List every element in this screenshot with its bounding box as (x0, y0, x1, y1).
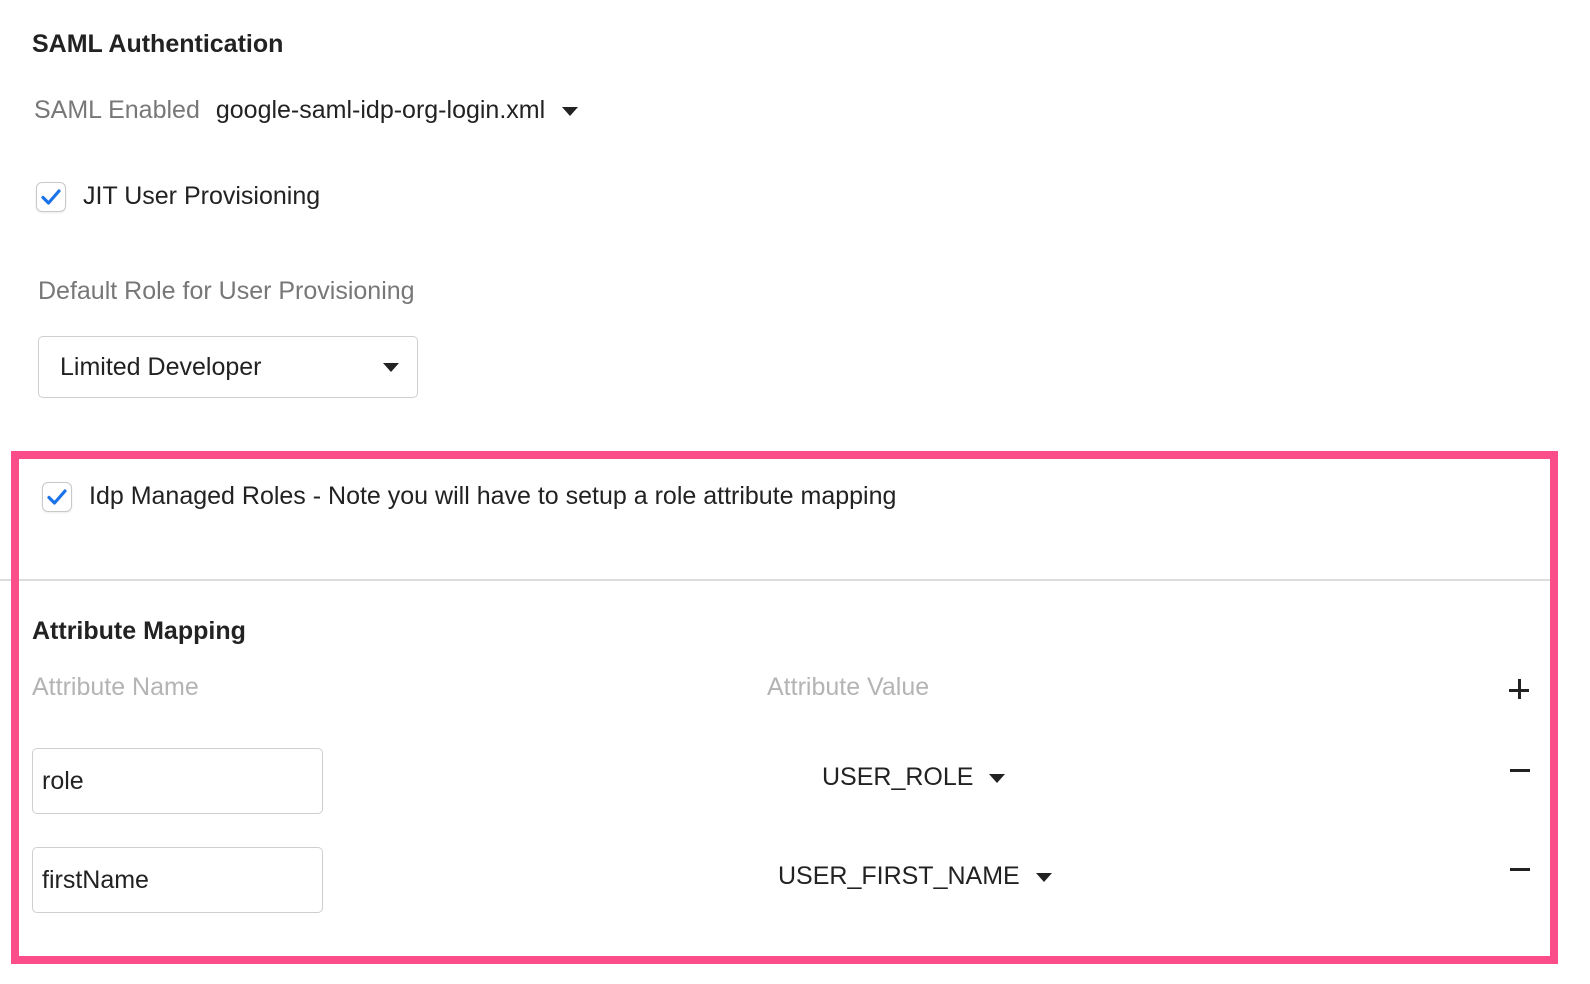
default-role-select[interactable]: Limited Developer (38, 336, 418, 398)
jit-provisioning-checkbox[interactable] (36, 182, 66, 212)
saml-settings-page: SAML Authentication SAML Enabled google-… (0, 0, 1590, 984)
saml-section-title: SAML Authentication (32, 30, 284, 58)
saml-enabled-row: SAML Enabled google-saml-idp-org-login.x… (34, 96, 579, 125)
default-role-label: Default Role for User Provisioning (38, 277, 415, 305)
caret-down-icon[interactable] (562, 107, 579, 116)
saml-enabled-label: SAML Enabled (34, 96, 200, 124)
caret-down-icon (383, 362, 399, 372)
highlight-annotation-box (11, 451, 1558, 964)
checkmark-icon (41, 189, 61, 205)
saml-idp-file-select[interactable]: google-saml-idp-org-login.xml (216, 96, 545, 125)
default-role-value: Limited Developer (60, 352, 262, 381)
jit-provisioning-label[interactable]: JIT User Provisioning (83, 182, 320, 211)
